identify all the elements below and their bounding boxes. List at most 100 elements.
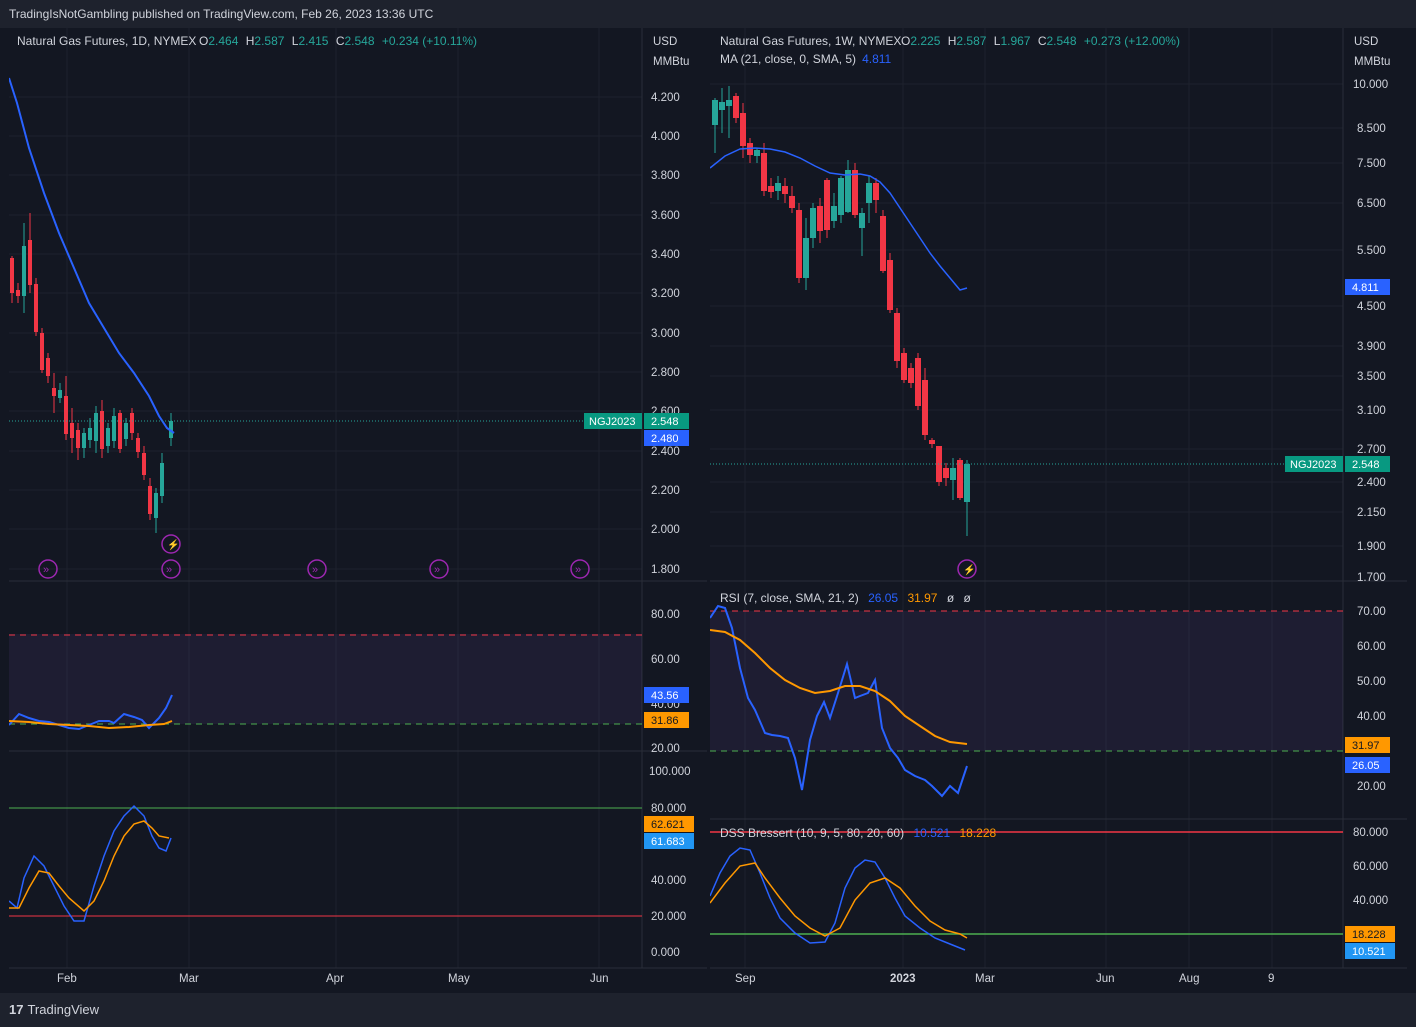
svg-text:Aug: Aug xyxy=(1179,973,1199,985)
right-rsi-tag-2-text: 26.05 xyxy=(1352,760,1380,772)
right-symbol-tag-text: NGJ2023 xyxy=(1290,459,1336,471)
svg-text:3.900: 3.900 xyxy=(1357,341,1386,353)
right-rsi-band xyxy=(710,611,1343,751)
svg-text:40.000: 40.000 xyxy=(1353,895,1388,907)
svg-text:1.700: 1.700 xyxy=(1357,572,1386,584)
right-symbol[interactable]: Natural Gas Futures, 1W, NYMEX xyxy=(720,34,901,48)
right-dss-tag-1-text: 18.228 xyxy=(1352,929,1386,941)
right-rsi-tag-1-text: 31.97 xyxy=(1352,740,1380,752)
svg-text:80.00: 80.00 xyxy=(651,609,680,621)
svg-text:4.200: 4.200 xyxy=(651,92,680,104)
svg-text:»: » xyxy=(575,564,581,576)
left-chart-pane[interactable]: »» »» » ⚡ Natural Gas Futures, 1D, NYMEX … xyxy=(8,28,707,993)
svg-text:3.000: 3.000 xyxy=(651,328,680,340)
right-ma-legend[interactable]: MA (21, close, 0, SMA, 5) 4.811 xyxy=(720,52,892,66)
svg-text:2.150: 2.150 xyxy=(1357,507,1386,519)
svg-text:USD: USD xyxy=(653,36,677,48)
svg-text:Jun: Jun xyxy=(1096,973,1115,985)
svg-text:60.000: 60.000 xyxy=(1353,861,1388,873)
left-ma-line xyxy=(8,77,175,434)
svg-text:40.00: 40.00 xyxy=(1357,711,1386,723)
left-rsi-tag-text: 43.56 xyxy=(651,690,679,702)
svg-text:1.800: 1.800 xyxy=(651,564,680,576)
left-dss-tag-2-text: 61.683 xyxy=(651,836,685,848)
publish-header: TradingIsNotGambling published on Tradin… xyxy=(0,0,1416,28)
svg-text:»: » xyxy=(166,564,172,576)
left-events[interactable]: » » » » » ⚡ xyxy=(38,534,590,579)
svg-text:»: » xyxy=(312,564,318,576)
svg-text:2.000: 2.000 xyxy=(651,524,680,536)
svg-text:⚡: ⚡ xyxy=(963,563,975,576)
svg-text:Mar: Mar xyxy=(975,973,995,985)
svg-text:»: » xyxy=(434,564,440,576)
svg-text:MMBtu: MMBtu xyxy=(1354,56,1390,68)
left-rsi-ma-tag-text: 31.86 xyxy=(651,715,679,727)
svg-text:50.00: 50.00 xyxy=(1357,676,1386,688)
svg-text:9: 9 xyxy=(1268,973,1274,985)
left-grid xyxy=(9,28,642,968)
svg-text:5.500: 5.500 xyxy=(1357,245,1386,257)
svg-text:Feb: Feb xyxy=(57,973,77,985)
right-dss-legend[interactable]: DSS Bressert (10, 9, 5, 80, 20, 60) 10.5… xyxy=(720,826,997,840)
svg-text:Apr: Apr xyxy=(326,973,344,985)
svg-text:Mar: Mar xyxy=(179,973,199,985)
left-dss-tag-1-text: 62.621 xyxy=(651,819,685,831)
svg-text:3.200: 3.200 xyxy=(651,288,680,300)
right-dss-tag-2-text: 10.521 xyxy=(1352,946,1386,958)
svg-text:40.000: 40.000 xyxy=(651,875,686,887)
right-rsi-legend[interactable]: RSI (7, close, SMA, 21, 2) 26.05 31.97 ø… xyxy=(720,591,972,605)
svg-text:2.200: 2.200 xyxy=(651,485,680,497)
tv-logo-icon: 17 xyxy=(9,1002,24,1017)
svg-text:Jun: Jun xyxy=(590,973,609,985)
svg-text:3.500: 3.500 xyxy=(1357,371,1386,383)
left-ma-tag-text: 2.480 xyxy=(651,433,679,445)
svg-text:20.000: 20.000 xyxy=(651,911,686,923)
svg-text:100.000: 100.000 xyxy=(649,766,691,778)
svg-text:60.00: 60.00 xyxy=(651,654,680,666)
svg-text:May: May xyxy=(448,973,470,985)
svg-text:4.000: 4.000 xyxy=(651,131,680,143)
svg-text:0.000: 0.000 xyxy=(651,947,680,959)
left-ohlc: O2.464 H2.587 L2.415 C2.548 +0.234 (+10.… xyxy=(199,34,477,48)
right-price-tag-text: 2.548 xyxy=(1352,459,1380,471)
svg-text:1.900: 1.900 xyxy=(1357,541,1386,553)
svg-text:2.700: 2.700 xyxy=(1357,444,1386,456)
right-ma-tag-text: 4.811 xyxy=(1352,282,1379,294)
svg-text:3.600: 3.600 xyxy=(651,210,680,222)
right-chart-pane[interactable]: ⚡ Natural Gas Futures, 1W, NYMEX O2.225 … xyxy=(709,28,1407,993)
svg-text:60.00: 60.00 xyxy=(1357,641,1386,653)
footer: 17 TradingView xyxy=(0,993,1416,1027)
svg-text:4.500: 4.500 xyxy=(1357,301,1386,313)
svg-text:»: » xyxy=(43,564,49,576)
right-ma-line xyxy=(709,147,968,291)
left-dss-signal xyxy=(9,820,170,913)
svg-text:MMBtu: MMBtu xyxy=(653,56,689,68)
svg-text:3.100: 3.100 xyxy=(1357,405,1386,417)
svg-text:20.00: 20.00 xyxy=(1357,781,1386,793)
svg-text:70.00: 70.00 xyxy=(1357,606,1386,618)
svg-text:2.800: 2.800 xyxy=(651,367,680,379)
svg-text:6.500: 6.500 xyxy=(1357,198,1386,210)
svg-text:8.500: 8.500 xyxy=(1357,123,1386,135)
right-chart-svg[interactable]: ⚡ Natural Gas Futures, 1W, NYMEX O2.225 … xyxy=(709,28,1407,993)
svg-text:80.000: 80.000 xyxy=(1353,827,1388,839)
left-time-axis[interactable]: Feb Mar Apr May Jun xyxy=(57,973,609,985)
left-symbol[interactable]: Natural Gas Futures, 1D, NYMEX xyxy=(17,34,196,48)
left-symbol-tag-text: NGJ2023 xyxy=(589,416,635,428)
svg-text:Sep: Sep xyxy=(735,973,755,985)
svg-text:3.800: 3.800 xyxy=(651,170,680,182)
right-time-axis[interactable]: Sep 2023 Mar Jun Aug 9 xyxy=(735,973,1274,985)
publish-info: TradingIsNotGambling published on Tradin… xyxy=(9,7,434,21)
left-rsi-band xyxy=(9,634,642,724)
tradingview-logo[interactable]: 17 TradingView xyxy=(9,1002,99,1017)
right-ohlc: O2.225 H2.587 L1.967 C2.548 +0.273 (+12.… xyxy=(901,34,1180,48)
left-chart-svg[interactable]: »» »» »⚡ Natural Gas Futures, 1D, NYMEX … xyxy=(8,28,707,993)
left-price-tag-text: 2.548 xyxy=(651,416,679,428)
svg-text:⚡: ⚡ xyxy=(167,538,179,551)
svg-text:7.500: 7.500 xyxy=(1357,158,1386,170)
svg-text:2.400: 2.400 xyxy=(651,446,680,458)
right-dss-signal xyxy=(709,862,968,939)
svg-text:2.400: 2.400 xyxy=(1357,477,1386,489)
svg-text:3.400: 3.400 xyxy=(651,249,680,261)
right-candles xyxy=(712,86,970,536)
